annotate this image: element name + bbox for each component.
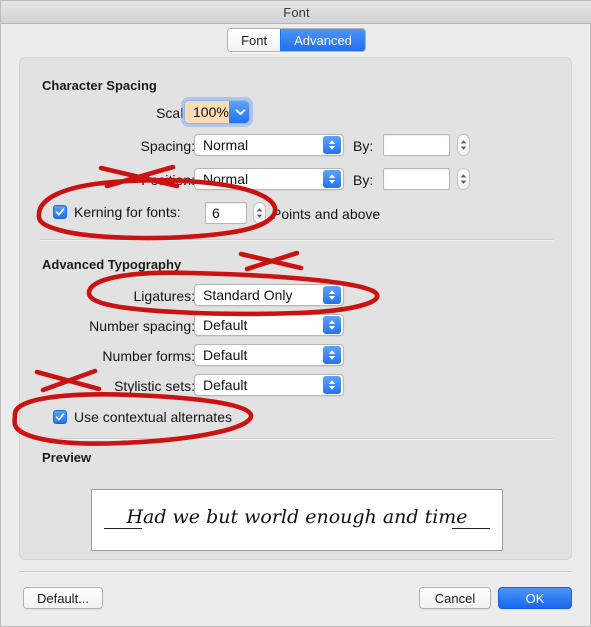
kerning-size-stepper[interactable] — [253, 202, 266, 224]
tab-strip: Font Advanced — [1, 23, 591, 57]
scale-combobox[interactable]: 100% — [184, 100, 250, 124]
chevron-down-icon[interactable] — [228, 101, 249, 123]
title-bar: Font — [1, 1, 591, 24]
number-spacing-popup[interactable]: Default — [194, 314, 344, 336]
kerning-size-input[interactable]: 6 — [205, 202, 247, 224]
ligatures-popup[interactable]: Standard Only — [194, 284, 344, 306]
updown-chevron-icon — [323, 286, 341, 304]
window-title: Font — [283, 4, 310, 20]
segmented-tabs: Font Advanced — [227, 28, 366, 52]
label-number-forms: Number forms: — [102, 348, 195, 364]
label-position-by: By: — [353, 172, 374, 188]
preview-rule-left — [104, 528, 142, 529]
label-scale: Scale: — [156, 105, 195, 121]
kerning-suffix-label: Points and above — [272, 206, 381, 222]
label-spacing-by: By: — [353, 138, 374, 154]
separator-2 — [40, 438, 553, 440]
section-title-character-spacing: Character Spacing — [42, 78, 157, 93]
separator-1 — [40, 239, 553, 241]
updown-chevron-icon — [323, 346, 341, 364]
ligatures-value: Standard Only — [203, 287, 293, 303]
label-number-spacing: Number spacing: — [89, 318, 195, 334]
label-ligatures: Ligatures: — [133, 288, 195, 304]
stylistic-sets-value: Default — [203, 377, 248, 393]
default-button[interactable]: Default... — [23, 587, 103, 609]
section-title-preview: Preview — [42, 450, 92, 465]
label-spacing: Spacing: — [140, 138, 195, 154]
kerning-label: Kerning for fonts: — [74, 204, 181, 220]
number-forms-popup[interactable]: Default — [194, 344, 344, 366]
spacing-value: Normal — [203, 137, 249, 153]
footer-separator — [19, 571, 572, 573]
label-stylistic-sets: Stylistic sets: — [114, 378, 195, 394]
spacing-by-input[interactable] — [383, 134, 450, 156]
updown-chevron-icon — [323, 170, 341, 188]
checkmark-icon[interactable] — [53, 205, 67, 219]
preview-box: Had we but world enough and time — [91, 489, 503, 551]
checkmark-icon[interactable] — [53, 410, 67, 424]
number-spacing-value: Default — [203, 317, 248, 333]
spacing-popup[interactable]: Normal — [194, 134, 344, 156]
content-panel: Character Spacing Scale: 100% Spacing: N… — [19, 57, 572, 560]
contextual-alternates-checkbox-row[interactable]: Use contextual alternates — [53, 409, 232, 425]
section-title-advanced-typography: Advanced Typography — [42, 257, 182, 272]
kerning-checkbox-row[interactable]: Kerning for fonts: — [53, 204, 181, 220]
updown-chevron-icon — [323, 376, 341, 394]
tab-advanced[interactable]: Advanced — [280, 29, 365, 51]
stylistic-sets-popup[interactable]: Default — [194, 374, 344, 396]
contextual-alternates-label: Use contextual alternates — [74, 409, 232, 425]
number-forms-value: Default — [203, 347, 248, 363]
preview-rule-right — [452, 528, 490, 529]
preview-sample-text: Had we but world enough and time — [126, 506, 468, 528]
spacing-by-stepper[interactable] — [457, 134, 470, 156]
label-position: Position: — [141, 172, 195, 188]
cancel-button[interactable]: Cancel — [419, 587, 491, 609]
ok-button[interactable]: OK — [498, 587, 572, 609]
tab-font[interactable]: Font — [228, 29, 281, 51]
updown-chevron-icon — [323, 316, 341, 334]
position-value: Normal — [203, 171, 249, 187]
font-dialog: Font Font Advanced Character Spacing Sca… — [0, 0, 591, 627]
position-by-input[interactable] — [383, 168, 450, 190]
position-by-stepper[interactable] — [457, 168, 470, 190]
updown-chevron-icon — [323, 136, 341, 154]
position-popup[interactable]: Normal — [194, 168, 344, 190]
scale-value[interactable]: 100% — [185, 101, 229, 123]
